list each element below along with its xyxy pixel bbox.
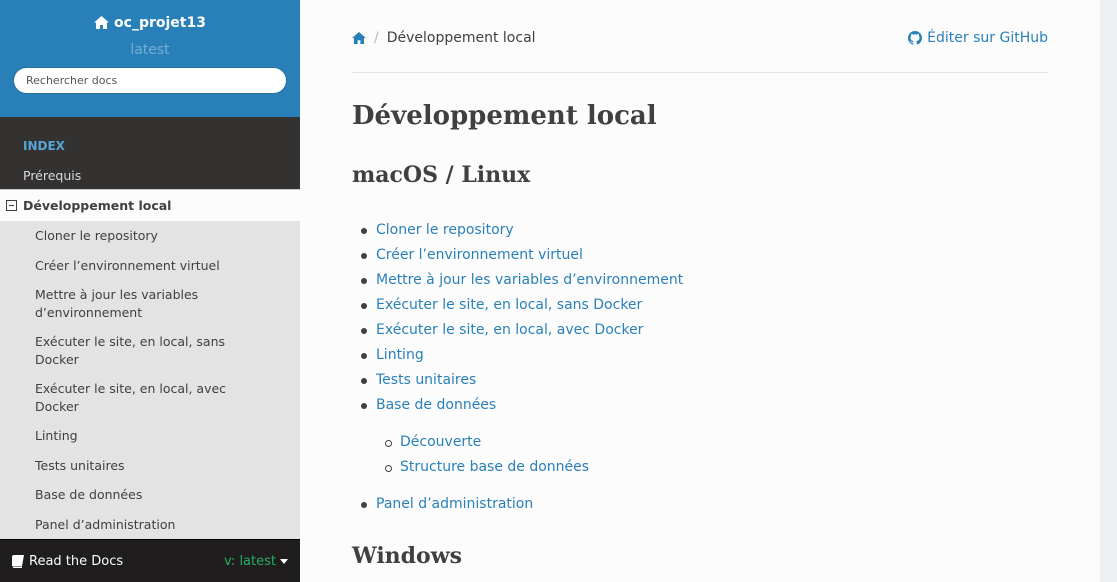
github-icon — [908, 31, 923, 45]
toc-link[interactable]: Créer l’environnement virtuel — [376, 247, 583, 263]
collapse-icon[interactable] — [6, 200, 17, 211]
list-item: Tests unitaires — [360, 368, 960, 393]
toc-link[interactable]: Exécuter le site, en local, avec Docker — [376, 322, 643, 338]
sidebar: oc_projet13 latest INDEX Prérequis Dével… — [0, 0, 300, 582]
list-item: Base de données — [360, 393, 960, 418]
rtd-version-bar[interactable]: Read the Docs v: latest — [0, 539, 300, 582]
project-name: oc_projet13 — [114, 14, 206, 31]
list-item: Mettre à jour les variables d’environnem… — [360, 268, 960, 293]
section-toc: Cloner le repository Créer l’environneme… — [360, 218, 960, 517]
nav-item-prerequis[interactable]: Prérequis — [0, 157, 300, 189]
page-gutter — [1100, 0, 1117, 582]
caret-down-icon — [280, 558, 288, 564]
toc-link[interactable]: Panel d’administration — [376, 496, 533, 512]
toc-link[interactable]: Exécuter le site, en local, sans Docker — [376, 297, 642, 313]
nav-item-developpement-local[interactable]: Développement local — [0, 190, 300, 221]
toc-link[interactable]: Linting — [376, 347, 424, 363]
list-item: Exécuter le site, en local, avec Docker — [360, 318, 960, 343]
breadcrumb-current: Développement local — [386, 30, 536, 46]
section-heading-windows: Windows — [352, 543, 463, 569]
list-item: Créer l’environnement virtuel — [360, 243, 960, 268]
page-title: Développement local — [352, 101, 657, 131]
search-input[interactable] — [13, 67, 287, 94]
nav-menu: INDEX Prérequis Développement local Clon… — [0, 117, 300, 542]
edit-on-github-link[interactable]: Éditer sur GitHub — [908, 30, 1048, 46]
nav-caption: INDEX — [23, 139, 65, 153]
toc-link[interactable]: Cloner le repository — [376, 222, 514, 238]
section-heading-macos-linux: macOS / Linux — [352, 162, 531, 188]
list-item: Linting — [360, 343, 960, 368]
nav-subitem[interactable]: Créer l’environnement virtuel — [0, 251, 300, 281]
toc-link[interactable]: Mettre à jour les variables d’environnem… — [376, 272, 683, 288]
toc-link[interactable]: Découverte — [400, 434, 481, 450]
nav-item-label: Développement local — [23, 198, 172, 213]
nav-subitem[interactable]: Panel d’administration — [0, 510, 300, 540]
nav-subitem[interactable]: Cloner le repository — [0, 221, 300, 251]
sidebar-header: oc_projet13 latest — [0, 0, 300, 117]
toc-link[interactable]: Base de données — [376, 397, 496, 413]
nav-subitem[interactable]: Linting — [0, 421, 300, 451]
version-selector-label: v: latest — [223, 553, 276, 569]
version-selector[interactable]: v: latest — [224, 554, 288, 569]
toc-link[interactable]: Tests unitaires — [376, 372, 476, 388]
nav-subitem[interactable]: Tests unitaires — [0, 451, 300, 481]
book-icon — [12, 554, 24, 568]
list-item: Exécuter le site, en local, sans Docker — [360, 293, 960, 318]
home-icon — [94, 16, 110, 29]
toc-link[interactable]: Structure base de données — [400, 459, 589, 475]
list-item: Cloner le repository — [360, 218, 960, 243]
list-item: Panel d’administration — [360, 492, 960, 517]
main-content: / Développement local Éditer sur GitHub … — [300, 0, 1100, 582]
list-item: Découverte — [384, 430, 960, 455]
edit-on-github-label: Éditer sur GitHub — [927, 30, 1048, 46]
breadcrumb: / Développement local Éditer sur GitHub — [352, 28, 1048, 73]
project-home-link[interactable]: oc_projet13 — [94, 15, 206, 31]
breadcrumb-separator: / — [374, 30, 379, 46]
nav-item-current: Développement local Cloner le repository… — [0, 189, 300, 542]
list-item: Structure base de données — [384, 455, 960, 480]
nav-subitem[interactable]: Exécuter le site, en local, sans Docker — [0, 327, 300, 374]
sub-toc: Découverte Structure base de données — [384, 430, 960, 480]
nav-subitems: Cloner le repository Créer l’environneme… — [0, 221, 300, 541]
home-icon — [352, 32, 366, 44]
nested-list-container: Découverte Structure base de données — [360, 430, 960, 480]
nav-subitem[interactable]: Mettre à jour les variables d’environnem… — [0, 280, 300, 327]
breadcrumb-trail: / Développement local — [352, 30, 536, 46]
breadcrumb-home-link[interactable] — [352, 32, 366, 44]
nav-subitem[interactable]: Exécuter le site, en local, avec Docker — [0, 374, 300, 421]
nav-subitem[interactable]: Base de données — [0, 480, 300, 510]
rtd-label-group: Read the Docs — [12, 554, 123, 569]
rtd-label: Read the Docs — [29, 553, 124, 569]
version-label: latest — [130, 42, 170, 58]
